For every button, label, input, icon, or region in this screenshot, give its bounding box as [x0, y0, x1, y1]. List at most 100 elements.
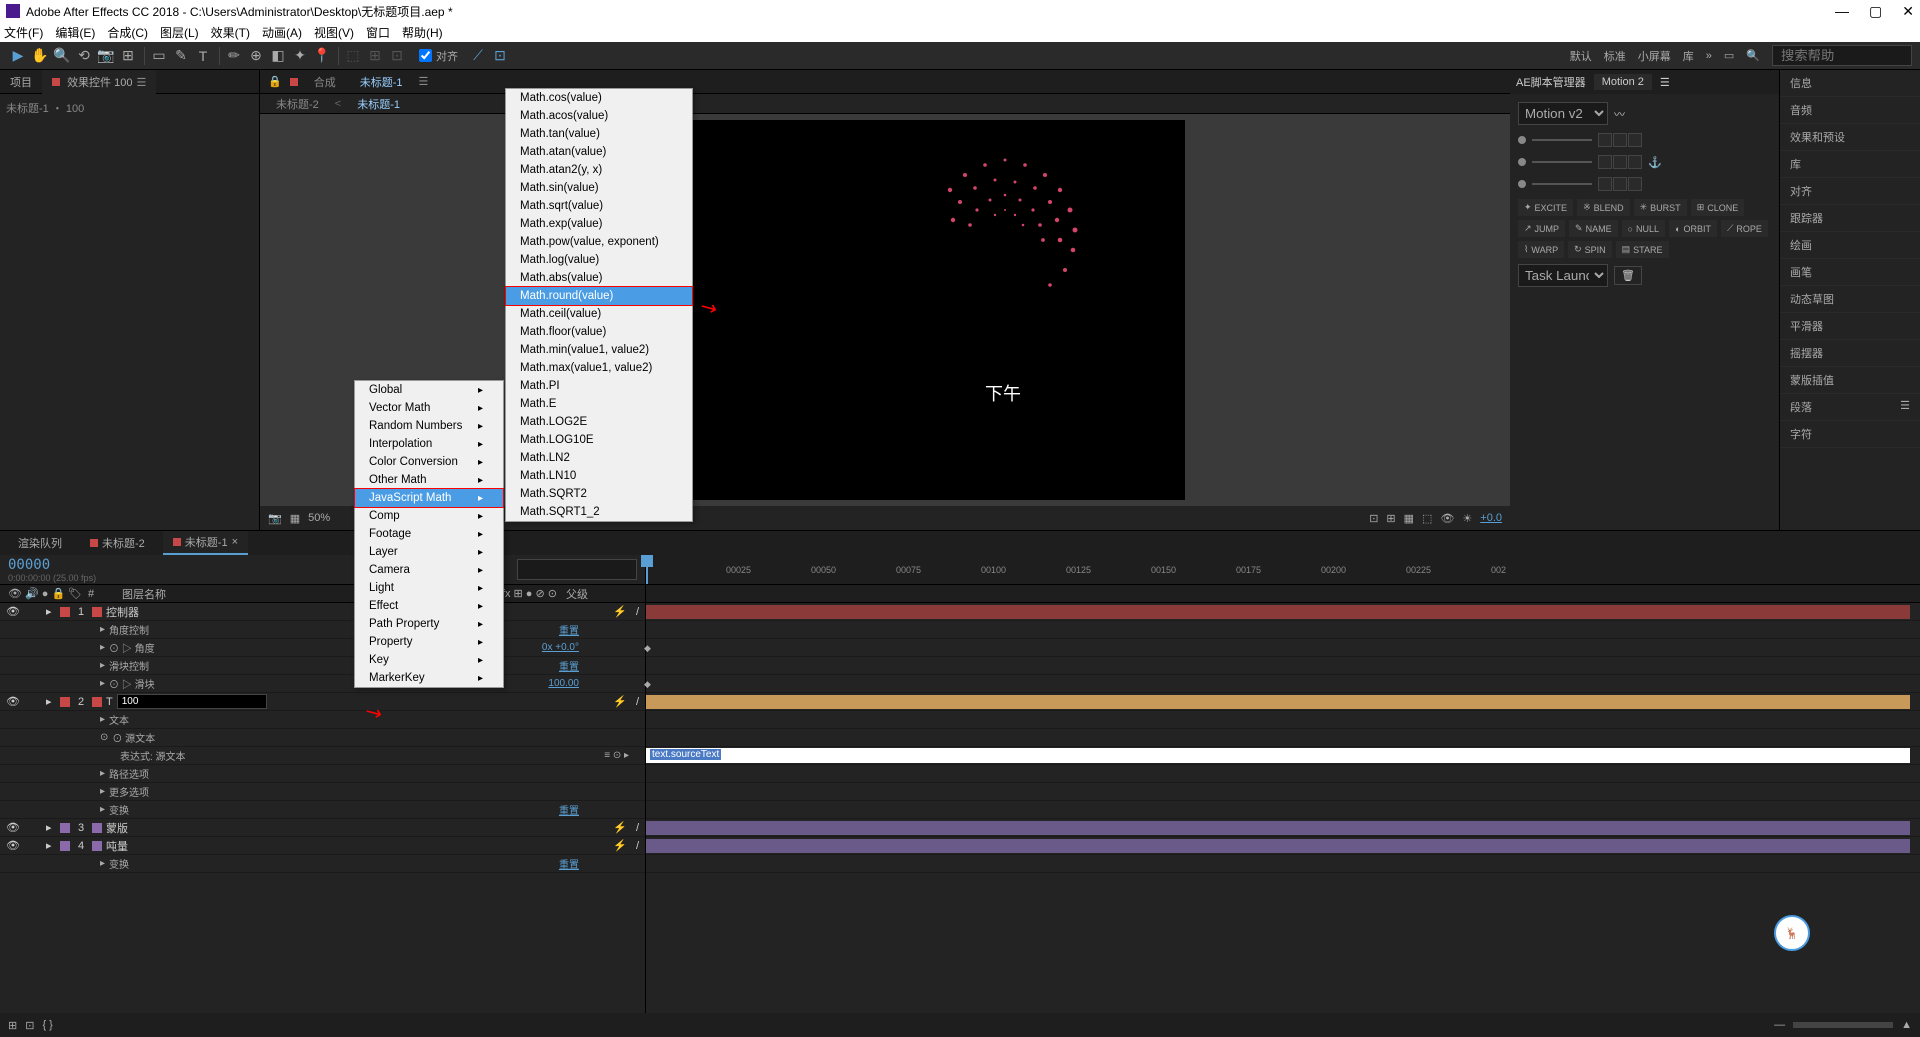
exposure-icon[interactable]: ☀ [1462, 512, 1472, 525]
menu-item-math-tan-value-[interactable]: Math.tan(value) [506, 125, 692, 143]
track-row[interactable]: ◆ [646, 675, 1920, 693]
eraser-tool-icon[interactable]: ◧ [268, 46, 288, 66]
side-panel-0[interactable]: 信息 [1780, 70, 1920, 97]
side-panel-8[interactable]: 动态草图 [1780, 286, 1920, 313]
menu-item-math-round-value-[interactable]: Math.round(value) [505, 286, 693, 306]
track-row[interactable]: text.sourceText [646, 747, 1920, 765]
motion-warp-button[interactable]: ⌇WARP [1518, 241, 1564, 258]
rect-tool-icon[interactable]: ▭ [149, 46, 169, 66]
zoom-tool-icon[interactable]: 🔍 [52, 46, 72, 66]
puppet-tool-icon[interactable]: 📍 [312, 46, 332, 66]
snap-checkbox[interactable] [419, 49, 432, 62]
layer-row[interactable]: ▸⊙ ▷ 滑块100.00 [0, 675, 645, 693]
workspace-icon[interactable]: ▭ [1724, 49, 1734, 62]
menu-item-math-max-value1--value2-[interactable]: Math.max(value1, value2) [506, 359, 692, 377]
toggle-brackets-icon[interactable]: { } [42, 1019, 52, 1031]
side-panel-13[interactable]: 字符 [1780, 421, 1920, 448]
menu-help[interactable]: 帮助(H) [402, 24, 443, 41]
world-axis-icon[interactable]: ⊞ [365, 46, 385, 66]
text-tool-icon[interactable]: T [193, 46, 213, 66]
graph-icon[interactable]: 〰 [1614, 106, 1625, 122]
text-value-input[interactable] [117, 694, 267, 709]
side-panel-12[interactable]: 段落☰ [1780, 394, 1920, 421]
search-input[interactable] [1772, 45, 1912, 66]
channel-icon[interactable]: ▦ [290, 512, 300, 525]
menu-item-interpolation[interactable]: Interpolation▸ [355, 435, 503, 453]
toggle-modes-icon[interactable]: ⊡ [25, 1019, 34, 1032]
motion-orbit-button[interactable]: ◐ORBIT [1669, 220, 1717, 237]
track-row[interactable] [646, 711, 1920, 729]
menu-item-vector-math[interactable]: Vector Math▸ [355, 399, 503, 417]
panel-menu-icon[interactable]: ☰ [1660, 76, 1670, 89]
menu-item-key[interactable]: Key▸ [355, 651, 503, 669]
menu-window[interactable]: 窗口 [366, 24, 390, 41]
track-row[interactable] [646, 801, 1920, 819]
time-ruler[interactable]: 0002500050000750010000125001500017500200… [646, 555, 1920, 585]
menu-item-camera[interactable]: Camera▸ [355, 561, 503, 579]
menu-item-math-log10e[interactable]: Math.LOG10E [506, 431, 692, 449]
menu-item-random-numbers[interactable]: Random Numbers▸ [355, 417, 503, 435]
zoom-out-icon[interactable]: — [1774, 1019, 1785, 1031]
menu-file[interactable]: 文件(F) [4, 24, 43, 41]
snapshot-icon[interactable]: 📷 [268, 512, 282, 525]
effect-controls-tab[interactable]: 效果控件 100☰ [42, 70, 156, 94]
motion-excite-button[interactable]: ✦EXCITE [1518, 199, 1573, 216]
menu-item-math-sin-value-[interactable]: Math.sin(value) [506, 179, 692, 197]
pen-tool-icon[interactable]: ✎ [171, 46, 191, 66]
workspace-default[interactable]: 默认 [1570, 48, 1592, 64]
view-icon[interactable]: 👁 [1440, 512, 1454, 525]
layer-row[interactable]: ▸文本 [0, 711, 645, 729]
menu-item-math-acos-value-[interactable]: Math.acos(value) [506, 107, 692, 125]
track-row[interactable] [646, 855, 1920, 873]
menu-item-comp[interactable]: Comp▸ [355, 507, 503, 525]
selection-tool-icon[interactable]: ▶ [8, 46, 28, 66]
side-panel-10[interactable]: 摇摆器 [1780, 340, 1920, 367]
clone-tool-icon[interactable]: ⊕ [246, 46, 266, 66]
res-icon[interactable]: ⊡ [1369, 512, 1378, 525]
motion2-tab[interactable]: Motion 2 [1594, 74, 1652, 90]
layer-row[interactable]: ▸更多选项 [0, 783, 645, 801]
menu-layer[interactable]: 图层(L) [160, 24, 199, 41]
layer-row[interactable]: ▸角度控制重置 [0, 621, 645, 639]
brush-tool-icon[interactable]: ✏ [224, 46, 244, 66]
workspace-small[interactable]: 小屏幕 [1638, 48, 1671, 64]
menu-item-math-cos-value-[interactable]: Math.cos(value) [506, 89, 692, 107]
menu-item-math-ln2[interactable]: Math.LN2 [506, 449, 692, 467]
track-row[interactable] [646, 657, 1920, 675]
side-panel-5[interactable]: 跟踪器 [1780, 205, 1920, 232]
menu-item-math-pi[interactable]: Math.PI [506, 377, 692, 395]
expression-field[interactable]: text.sourceText [646, 748, 1910, 763]
menu-item-math-min-value1--value2-[interactable]: Math.min(value1, value2) [506, 341, 692, 359]
menu-item-math-ln10[interactable]: Math.LN10 [506, 467, 692, 485]
menu-item-javascript-math[interactable]: JavaScript Math▸ [354, 488, 504, 508]
side-panel-7[interactable]: 画笔 [1780, 259, 1920, 286]
motion-clone-button[interactable]: ⊞CLONE [1691, 199, 1745, 216]
hand-tool-icon[interactable]: ✋ [30, 46, 50, 66]
crumb2[interactable]: 未标题-1 [349, 94, 408, 114]
track-row[interactable] [646, 729, 1920, 747]
anchor-icon[interactable]: ⚓ [1648, 156, 1662, 169]
crumb1[interactable]: 未标题-2 [268, 94, 327, 114]
layer-row[interactable]: 👁▸2T⚡ / [0, 693, 645, 711]
menu-item-math-sqrt-value-[interactable]: Math.sqrt(value) [506, 197, 692, 215]
playhead-icon[interactable] [641, 555, 653, 567]
menu-item-other-math[interactable]: Other Math▸ [355, 471, 503, 489]
align-btn[interactable] [1598, 133, 1612, 147]
task-launch-select[interactable]: Task Launch [1518, 264, 1608, 287]
timeline-search[interactable] [517, 559, 637, 580]
menu-item-math-pow-value--exponent-[interactable]: Math.pow(value, exponent) [506, 233, 692, 251]
transparency-icon[interactable]: ▦ [1404, 512, 1414, 525]
menu-effect[interactable]: 效果(T) [211, 24, 250, 41]
track-row[interactable] [646, 765, 1920, 783]
layer-row[interactable]: ▸路径选项 [0, 765, 645, 783]
menu-item-math-floor-value-[interactable]: Math.floor(value) [506, 323, 692, 341]
menu-item-path-property[interactable]: Path Property▸ [355, 615, 503, 633]
toggle-switches-icon[interactable]: ⊞ [8, 1019, 17, 1032]
active-comp-tab[interactable]: 未标题-1 [352, 72, 411, 92]
slider-2[interactable] [1532, 161, 1592, 163]
menu-item-effect[interactable]: Effect▸ [355, 597, 503, 615]
track-row[interactable] [646, 819, 1920, 837]
menu-item-light[interactable]: Light▸ [355, 579, 503, 597]
script-manager-tab[interactable]: AE脚本管理器 [1516, 74, 1586, 90]
motion-stare-button[interactable]: ▤STARE [1616, 241, 1669, 258]
